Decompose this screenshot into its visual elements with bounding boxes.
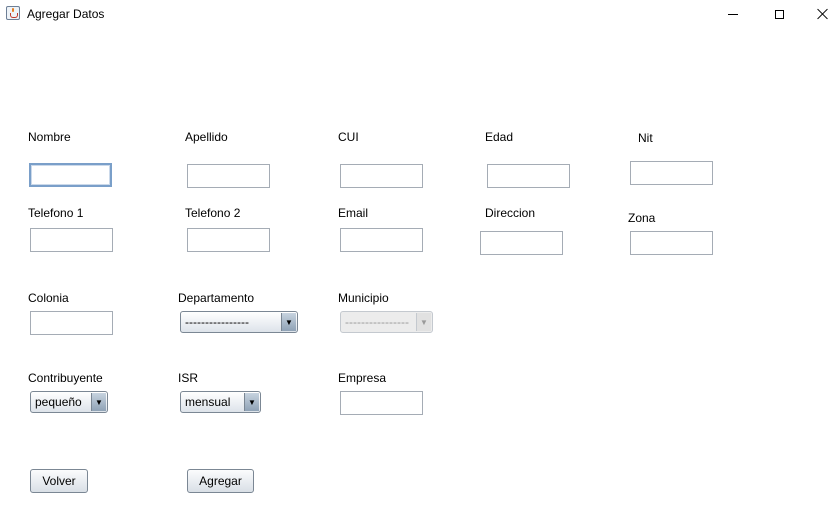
maximize-icon bbox=[774, 9, 784, 19]
municipio-select: ---------------- ▼ bbox=[340, 311, 433, 333]
zona-field[interactable] bbox=[630, 231, 713, 255]
title-bar: Agregar Datos bbox=[0, 0, 834, 28]
telefono2-label: Telefono 2 bbox=[185, 206, 241, 220]
nombre-field[interactable] bbox=[29, 163, 112, 187]
isr-select[interactable]: mensual ▼ bbox=[180, 391, 261, 413]
email-field[interactable] bbox=[340, 228, 423, 252]
direccion-label: Direccion bbox=[485, 206, 536, 220]
agregar-button[interactable]: Agregar bbox=[187, 469, 254, 493]
close-icon bbox=[817, 8, 829, 20]
colonia-field[interactable] bbox=[30, 311, 113, 335]
empresa-label: Empresa bbox=[338, 371, 387, 385]
cui-field[interactable] bbox=[340, 164, 423, 188]
telefono1-label: Telefono 1 bbox=[28, 206, 84, 220]
contribuyente-label: Contribuyente bbox=[28, 371, 103, 385]
direccion-field[interactable] bbox=[480, 231, 563, 255]
contribuyente-select[interactable]: pequeño ▼ bbox=[30, 391, 108, 413]
isr-select-value: mensual bbox=[185, 395, 231, 409]
window-title: Agregar Datos bbox=[27, 7, 105, 21]
chevron-down-icon[interactable]: ▼ bbox=[91, 393, 106, 411]
departamento-select[interactable]: ---------------- ▼ bbox=[180, 311, 298, 333]
java-cup-icon bbox=[6, 6, 20, 20]
volver-button[interactable]: Volver bbox=[30, 469, 88, 493]
nit-label: Nit bbox=[638, 131, 653, 145]
minimize-icon bbox=[728, 13, 738, 15]
isr-label: ISR bbox=[178, 371, 199, 385]
cui-label: CUI bbox=[338, 130, 359, 144]
colonia-label: Colonia bbox=[28, 291, 69, 305]
chevron-down-icon[interactable]: ▼ bbox=[281, 313, 296, 331]
telefono1-field[interactable] bbox=[30, 228, 113, 252]
apellido-label: Apellido bbox=[185, 130, 228, 144]
departamento-label: Departamento bbox=[178, 291, 255, 305]
empresa-field[interactable] bbox=[340, 391, 423, 415]
nit-field[interactable] bbox=[630, 161, 713, 185]
municipio-select-value: ---------------- bbox=[345, 315, 409, 329]
chevron-down-icon[interactable]: ▼ bbox=[244, 393, 259, 411]
apellido-field[interactable] bbox=[187, 164, 270, 188]
edad-label: Edad bbox=[485, 130, 514, 144]
nombre-label: Nombre bbox=[28, 130, 71, 144]
minimize-button[interactable] bbox=[710, 0, 756, 28]
chevron-down-icon: ▼ bbox=[416, 313, 431, 331]
close-button[interactable] bbox=[800, 0, 834, 28]
contribuyente-select-value: pequeño bbox=[35, 395, 82, 409]
municipio-label: Municipio bbox=[338, 291, 389, 305]
zona-label: Zona bbox=[628, 211, 656, 225]
telefono2-field[interactable] bbox=[187, 228, 270, 252]
edad-field[interactable] bbox=[487, 164, 570, 188]
departamento-select-value: ---------------- bbox=[185, 315, 249, 329]
maximize-button[interactable] bbox=[756, 0, 802, 28]
email-label: Email bbox=[338, 206, 369, 220]
